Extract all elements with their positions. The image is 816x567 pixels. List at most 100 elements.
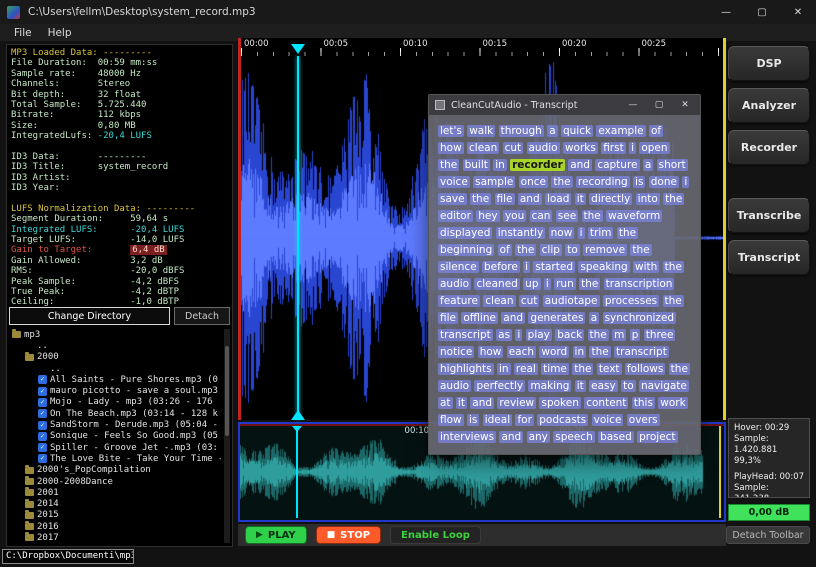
transcript-word[interactable]: project — [637, 431, 677, 443]
tree-item[interactable]: ✓The Love Bite - Take Your Time - — [10, 453, 221, 464]
transcript-word[interactable]: and — [499, 431, 523, 443]
transcript-word[interactable]: quick — [561, 125, 593, 137]
panel-button-transcribe[interactable]: Transcribe — [728, 198, 810, 233]
tree-item[interactable]: 2001 — [10, 487, 221, 498]
transcript-word[interactable]: works — [563, 142, 598, 154]
transcript-word[interactable]: it — [575, 380, 586, 392]
transcript-word[interactable]: overs — [627, 414, 660, 426]
transcript-word[interactable]: hey — [476, 210, 499, 222]
transcript-word[interactable]: displayed — [438, 227, 492, 239]
transcript-word[interactable]: walk — [467, 125, 495, 137]
transcript-word[interactable]: this — [632, 397, 655, 409]
transcript-word[interactable]: m — [612, 329, 626, 341]
tree-item[interactable]: 2000 — [10, 352, 221, 363]
transcript-word[interactable]: instantly — [496, 227, 546, 239]
transcript-word[interactable]: in — [573, 346, 587, 358]
transcript-word[interactable]: it — [575, 193, 586, 205]
change-directory-button[interactable]: Change Directory — [9, 307, 170, 325]
scrollbar-thumb[interactable] — [225, 346, 229, 436]
tree-item[interactable]: 2000-2008Dance — [10, 476, 221, 487]
transcript-word[interactable]: generates — [528, 312, 585, 324]
transcript-word[interactable]: and — [501, 312, 525, 324]
transcript-word[interactable]: transcript — [438, 329, 493, 341]
tree-item[interactable]: 2015 — [10, 510, 221, 521]
transcript-word[interactable]: short — [657, 159, 688, 171]
panel-button-analyzer[interactable]: Analyzer — [728, 88, 810, 123]
transcript-word[interactable]: three — [644, 329, 676, 341]
transcript-word[interactable]: you — [503, 210, 526, 222]
transcript-word[interactable]: real — [514, 363, 538, 375]
transcript-word[interactable]: it — [456, 397, 467, 409]
transcript-word[interactable]: the — [572, 363, 593, 375]
transcript-word[interactable]: with — [633, 261, 659, 273]
detach-button[interactable]: Detach — [174, 307, 230, 325]
transcript-word[interactable]: i — [515, 329, 522, 341]
transcript-word[interactable]: the — [663, 295, 684, 307]
transcript-word[interactable]: interviews — [438, 431, 496, 443]
transcript-word[interactable]: and — [518, 193, 542, 205]
transcript-word[interactable]: cut — [519, 295, 540, 307]
transcript-word[interactable]: once — [519, 176, 548, 188]
transcript-word[interactable]: first — [601, 142, 626, 154]
transcript-word[interactable]: for — [515, 414, 533, 426]
transcript-word[interactable]: built — [463, 159, 490, 171]
transcript-word[interactable]: is — [633, 176, 645, 188]
titlebar[interactable]: C:\Users\fellm\Desktop\system_record.mp3… — [0, 0, 816, 24]
transcript-word[interactable]: file — [495, 193, 515, 205]
transcript-titlebar[interactable]: CleanCutAudio - Transcript — ▢ ✕ — [429, 95, 700, 115]
transcript-word[interactable]: before — [482, 261, 520, 273]
transcript-word[interactable]: flow — [438, 414, 464, 426]
transcript-word[interactable]: save — [438, 193, 467, 205]
transcript-word[interactable]: up — [523, 278, 540, 290]
transcript-word[interactable]: done — [649, 176, 679, 188]
transcript-word[interactable]: a — [589, 312, 599, 324]
transcript-word[interactable]: cleaned — [474, 278, 519, 290]
transcript-word[interactable]: easy — [589, 380, 618, 392]
transcript-word[interactable]: the — [630, 244, 651, 256]
stop-button[interactable]: ■ STOP — [316, 526, 381, 544]
transcript-active-word[interactable]: recorder — [510, 159, 565, 171]
transcript-word[interactable]: word — [539, 346, 569, 358]
transcript-word[interactable]: audio — [438, 278, 471, 290]
transcript-word[interactable]: highlights — [438, 363, 494, 375]
transcript-word[interactable]: the — [515, 244, 536, 256]
transcript-word[interactable]: to — [565, 244, 580, 256]
transcript-word[interactable]: into — [636, 193, 660, 205]
transcript-word[interactable]: open — [639, 142, 669, 154]
transcript-word[interactable]: the — [589, 346, 610, 358]
transcript-word[interactable]: how — [438, 142, 464, 154]
transcript-word[interactable]: review — [497, 397, 536, 409]
transcript-word[interactable]: audiotape — [543, 295, 600, 307]
playhead-handle-top[interactable] — [291, 44, 305, 54]
transcript-word[interactable]: a — [547, 125, 557, 137]
transcript-word[interactable]: and — [568, 159, 592, 171]
close-button[interactable]: ✕ — [780, 0, 816, 24]
detach-toolbar-button[interactable]: Detach Toolbar — [726, 526, 810, 544]
transcript-word[interactable]: any — [527, 431, 550, 443]
transcript-word[interactable]: follows — [625, 363, 665, 375]
transcript-word[interactable]: beginning — [438, 244, 494, 256]
tree-item[interactable]: .. — [10, 340, 221, 351]
transcript-word[interactable]: silence — [438, 261, 479, 273]
panel-button-recorder[interactable]: Recorder — [728, 130, 810, 165]
tree-item[interactable]: mp3 — [10, 329, 221, 340]
transcript-word[interactable]: play — [526, 329, 552, 341]
transcript-word[interactable]: voice — [592, 414, 624, 426]
tree-scrollbar[interactable] — [224, 329, 230, 543]
transcript-word[interactable]: remove — [583, 244, 627, 256]
play-button[interactable]: ▶ PLAY — [245, 526, 307, 544]
transcript-word[interactable]: clip — [540, 244, 562, 256]
transcript-word[interactable]: podcasts — [537, 414, 588, 426]
transcript-word[interactable]: transcription — [604, 278, 675, 290]
tree-item[interactable]: 2016 — [10, 521, 221, 532]
transcript-word[interactable]: in — [493, 159, 507, 171]
transcript-word[interactable]: how — [478, 346, 504, 358]
transcript-word[interactable]: feature — [438, 295, 480, 307]
transcript-word[interactable]: synchronized — [603, 312, 677, 324]
transcript-word[interactable]: the — [579, 278, 600, 290]
minimize-button[interactable]: — — [708, 0, 744, 24]
transcript-word[interactable]: sample — [473, 176, 515, 188]
transcript-word[interactable]: the — [617, 227, 638, 239]
transcript-word[interactable]: started — [533, 261, 575, 273]
tree-item[interactable]: ✓Spiller - Groove Jet -.mp3 (03: — [10, 442, 221, 453]
